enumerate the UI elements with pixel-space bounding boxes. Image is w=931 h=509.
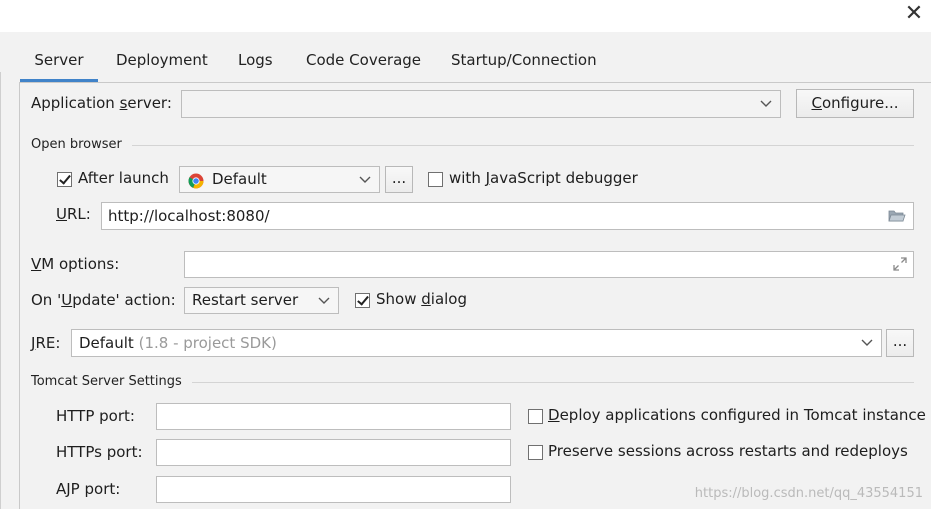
tomcat-settings-section-label: Tomcat Server Settings (31, 374, 182, 389)
url-input[interactable]: http://localhost:8080/ (101, 202, 914, 230)
close-icon[interactable]: ✕ (901, 2, 927, 28)
tomcat-settings-divider (192, 382, 914, 383)
show-dialog-label: Show dialog (376, 290, 468, 308)
browser-browse-button[interactable]: ... (385, 166, 413, 193)
jre-label: JRE: (31, 334, 61, 352)
chrome-icon (188, 172, 204, 189)
vm-options-input[interactable] (184, 251, 914, 278)
http-port-label: HTTP port: (56, 407, 135, 425)
after-launch-checkbox[interactable] (57, 172, 72, 187)
tab-code-coverage[interactable]: Code Coverage (306, 38, 421, 82)
title-bar (0, 0, 931, 32)
browser-select-value: Default (212, 170, 267, 188)
ajp-port-input[interactable] (156, 476, 511, 503)
http-port-input[interactable] (156, 403, 511, 430)
javascript-debugger-label: with JavaScript debugger (449, 169, 638, 187)
https-port-input[interactable] (156, 439, 511, 466)
url-label: URL: (56, 205, 91, 223)
tab-deployment[interactable]: Deployment (116, 38, 208, 82)
show-dialog-checkbox[interactable] (355, 293, 370, 308)
watermark: https://blog.csdn.net/qq_43554151 (694, 486, 923, 501)
chevron-down-icon (859, 330, 875, 356)
deploy-applications-checkbox[interactable] (528, 409, 543, 424)
expand-icon[interactable] (892, 256, 908, 272)
application-server-select[interactable] (181, 90, 781, 118)
jre-browse-button[interactable]: ... (886, 329, 914, 357)
preserve-sessions-checkbox[interactable] (528, 445, 543, 460)
chevron-down-icon (758, 91, 774, 117)
deploy-applications-label: Deploy applications configured in Tomcat… (548, 406, 926, 424)
left-divider (0, 72, 1, 509)
update-action-select[interactable]: Restart server (184, 287, 339, 314)
application-server-label: Application server: (31, 94, 172, 112)
javascript-debugger-checkbox[interactable] (428, 172, 443, 187)
open-browser-divider (132, 145, 914, 146)
browser-select[interactable]: Default (179, 166, 380, 193)
open-browser-section-label: Open browser (31, 137, 122, 152)
update-action-value: Restart server (192, 291, 299, 309)
folder-icon[interactable] (888, 208, 906, 224)
tab-server[interactable]: Server (20, 38, 98, 82)
tab-logs[interactable]: Logs (238, 38, 273, 82)
configure-button[interactable]: Configure... (796, 89, 914, 118)
preserve-sessions-label: Preserve sessions across restarts and re… (548, 442, 908, 460)
jre-select[interactable]: Default (1.8 - project SDK) (71, 329, 882, 357)
update-action-label: On 'Update' action: (31, 291, 176, 309)
ajp-port-label: AJP port: (56, 480, 121, 498)
chevron-down-icon (316, 288, 332, 313)
https-port-label: HTTPs port: (56, 443, 143, 461)
vm-options-label: VM options: (31, 255, 120, 273)
after-launch-label: After launch (78, 169, 169, 187)
jre-value: Default (1.8 - project SDK) (79, 334, 277, 352)
chevron-down-icon (357, 167, 373, 192)
tab-startup-connection[interactable]: Startup/Connection (451, 38, 597, 82)
